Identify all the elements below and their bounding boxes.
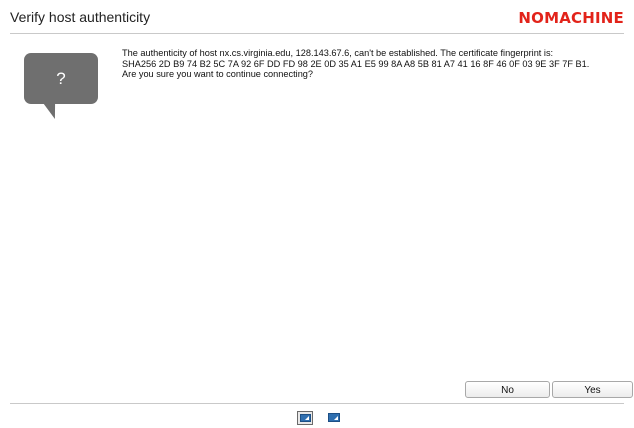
header-divider — [10, 33, 624, 34]
question-bubble-icon: ? — [24, 53, 98, 104]
monitor-icon — [328, 413, 340, 422]
nomachine-logo: NOMACHINE — [518, 9, 624, 27]
dialog-header: Verify host authenticity NOMACHINE — [0, 0, 634, 34]
footer-divider — [10, 403, 624, 404]
dialog-title: Verify host authenticity — [10, 9, 151, 25]
message-line: SHA256 2D B9 74 B2 5C 7A 92 6F DD FD 98 … — [122, 58, 590, 69]
yes-button[interactable]: Yes — [552, 381, 633, 398]
question-icon: ? — [24, 53, 98, 119]
message-text: The authenticity of host nx.cs.virginia.… — [122, 48, 632, 80]
message-line: Are you sure you want to continue connec… — [122, 69, 314, 80]
display-icon[interactable] — [327, 411, 343, 425]
bubble-tail — [43, 103, 61, 119]
message-line: The authenticity of host nx.cs.virginia.… — [122, 48, 554, 58]
monitor-icon — [300, 414, 311, 422]
no-button[interactable]: No — [465, 381, 550, 398]
display-selected-icon[interactable] — [297, 411, 313, 425]
